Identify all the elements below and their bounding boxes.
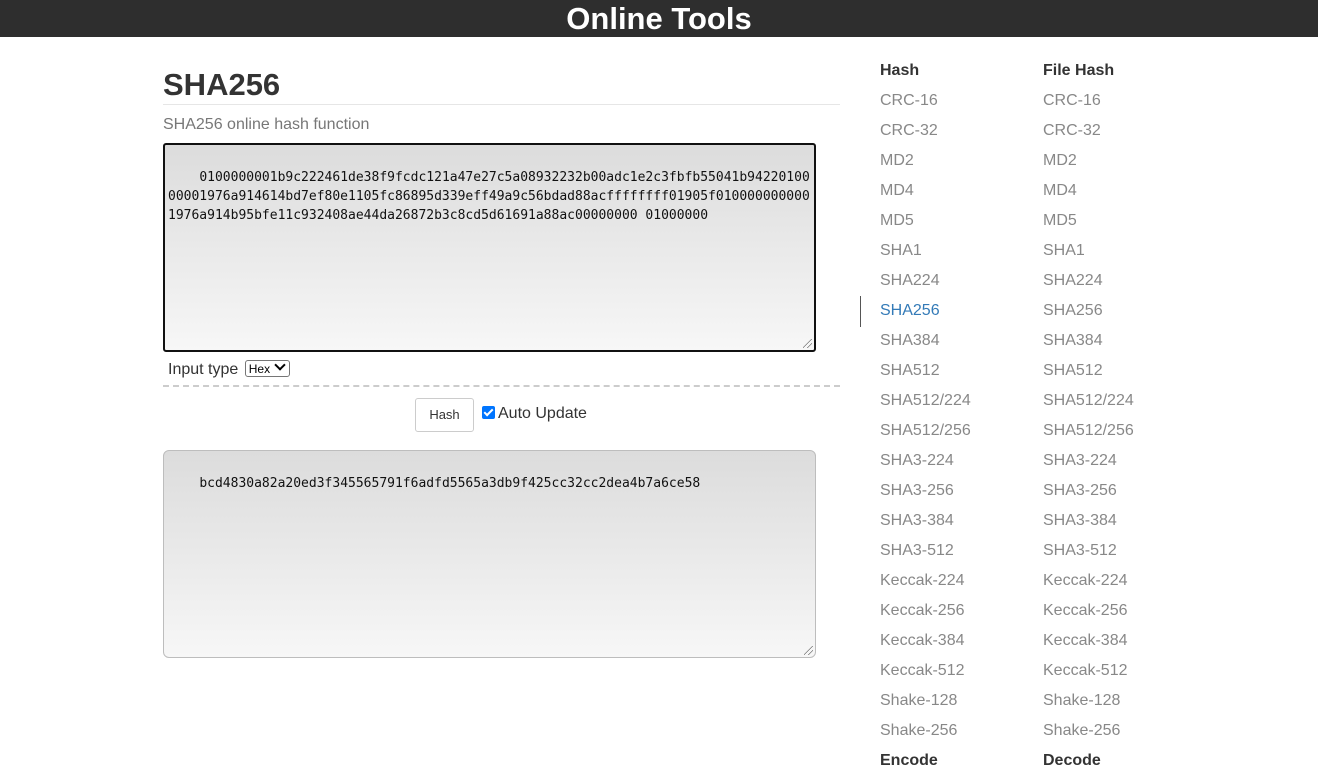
sidebar-item-md2[interactable]: MD2 xyxy=(880,146,971,176)
sidebar-item-sha224[interactable]: SHA224 xyxy=(880,266,971,296)
file-hash-column: File Hash CRC-16 CRC-32 MD2 MD4 MD5 SHA1 SHA22… xyxy=(1043,56,1134,776)
decode-heading: Decode xyxy=(1043,752,1101,769)
sidebar-file-item-crc-32[interactable]: CRC-32 xyxy=(1043,116,1134,146)
sidebar-file-item-sha256[interactable]: SHA256 xyxy=(1043,296,1134,326)
sidebar-item-sha512-256[interactable]: SHA512/256 xyxy=(880,416,971,446)
encode-heading: Encode xyxy=(880,752,938,769)
sidebar-file-item-sha3-224[interactable]: SHA3-224 xyxy=(1043,446,1134,476)
input-type-label: Input type xyxy=(168,361,239,378)
sidebar-file-item-sha512[interactable]: SHA512 xyxy=(1043,356,1134,386)
hash-list: CRC-16 CRC-32 MD2 MD4 MD5 SHA1 SHA224 SHA256 SHA… xyxy=(880,86,971,746)
sidebar-file-item-shake-256[interactable]: Shake-256 xyxy=(1043,716,1134,746)
sidebar-item-sha384[interactable]: SHA384 xyxy=(880,326,971,356)
sidebar-file-item-sha3-256[interactable]: SHA3-256 xyxy=(1043,476,1134,506)
sidebar-item-keccak-512[interactable]: Keccak-512 xyxy=(880,656,971,686)
main-content: SHA256 SHA256 online hash function 01000… xyxy=(163,37,840,658)
sidebar-file-item-md5[interactable]: MD5 xyxy=(1043,206,1134,236)
sidebar-item-crc-16[interactable]: CRC-16 xyxy=(880,86,971,116)
sidebar-item-crc-32[interactable]: CRC-32 xyxy=(880,116,971,146)
sidebar-file-item-sha384[interactable]: SHA384 xyxy=(1043,326,1134,356)
sidebar-file-item-sha512-256[interactable]: SHA512/256 xyxy=(1043,416,1134,446)
hash-heading: Hash xyxy=(880,62,920,79)
resize-grip-icon[interactable] xyxy=(803,339,812,348)
hash-button[interactable]: Hash xyxy=(415,398,474,432)
output-textarea[interactable]: bcd4830a82a20ed3f345565791f6adfd5565a3db… xyxy=(163,450,816,658)
sidebar-item-keccak-224[interactable]: Keccak-224 xyxy=(880,566,971,596)
sidebar-file-item-sha3-512[interactable]: SHA3-512 xyxy=(1043,536,1134,566)
sidebar-file-item-keccak-384[interactable]: Keccak-384 xyxy=(1043,626,1134,656)
input-type-selected: Hex xyxy=(248,362,271,376)
sidebar-item-sha512[interactable]: SHA512 xyxy=(880,356,971,386)
sidebar-file-item-md4[interactable]: MD4 xyxy=(1043,176,1134,206)
page-subtitle: SHA256 online hash function xyxy=(163,116,370,133)
sidebar-item-sha3-512[interactable]: SHA3-512 xyxy=(880,536,971,566)
input-type-row: Input type Hex xyxy=(168,359,291,380)
sidebar-item-sha512-224[interactable]: SHA512/224 xyxy=(880,386,971,416)
resize-grip-icon[interactable] xyxy=(804,646,813,655)
output-text: bcd4830a82a20ed3f345565791f6adfd5565a3db… xyxy=(199,476,701,491)
file-hash-heading: File Hash xyxy=(1043,62,1115,79)
sidebar-item-sha3-224[interactable]: SHA3-224 xyxy=(880,446,971,476)
file-hash-list: CRC-16 CRC-32 MD2 MD4 MD5 SHA1 SHA224 SHA256 SHA… xyxy=(1043,86,1134,746)
auto-update-checkbox[interactable] xyxy=(482,406,495,419)
auto-update-option[interactable]: Auto Update xyxy=(482,404,587,424)
sidebar-item-md4[interactable]: MD4 xyxy=(880,176,971,206)
sidebar-file-item-sha512-224[interactable]: SHA512/224 xyxy=(1043,386,1134,416)
sidebar-file-item-sha1[interactable]: SHA1 xyxy=(1043,236,1134,266)
page-title: SHA256 xyxy=(163,67,840,105)
sidebar-item-keccak-384[interactable]: Keccak-384 xyxy=(880,626,971,656)
sidebar-file-item-sha224[interactable]: SHA224 xyxy=(1043,266,1134,296)
auto-update-label: Auto Update xyxy=(498,405,587,422)
sidebar-item-sha256[interactable]: SHA256 xyxy=(880,296,971,326)
site-header: Online Tools xyxy=(0,0,1318,37)
sidebar-file-item-keccak-256[interactable]: Keccak-256 xyxy=(1043,596,1134,626)
input-text: 0100000001b9c222461de38f9fcdc121a47e27c5… xyxy=(168,170,810,223)
sidebar-file-item-crc-16[interactable]: CRC-16 xyxy=(1043,86,1134,116)
sidebar-file-item-sha3-384[interactable]: SHA3-384 xyxy=(1043,506,1134,536)
sidebar-item-shake-128[interactable]: Shake-128 xyxy=(880,686,971,716)
input-type-select[interactable]: Hex xyxy=(244,359,291,377)
sidebar-file-item-keccak-224[interactable]: Keccak-224 xyxy=(1043,566,1134,596)
sidebar-file-item-shake-128[interactable]: Shake-128 xyxy=(1043,686,1134,716)
sidebar-file-item-md2[interactable]: MD2 xyxy=(1043,146,1134,176)
chevron-down-icon xyxy=(274,359,286,371)
hash-column: Hash CRC-16 CRC-32 MD2 MD4 MD5 SHA1 SHA224 SHA2… xyxy=(880,56,971,776)
sidebar-item-keccak-256[interactable]: Keccak-256 xyxy=(880,596,971,626)
sidebar-item-shake-256[interactable]: Shake-256 xyxy=(880,716,971,746)
sidebar-item-sha3-384[interactable]: SHA3-384 xyxy=(880,506,971,536)
sidebar-item-sha1[interactable]: SHA1 xyxy=(880,236,971,266)
dashed-divider xyxy=(163,385,840,387)
active-item-marker xyxy=(860,296,861,327)
sidebar-item-md5[interactable]: MD5 xyxy=(880,206,971,236)
site-title-link[interactable]: Online Tools xyxy=(566,0,751,37)
sidebar-item-sha3-256[interactable]: SHA3-256 xyxy=(880,476,971,506)
sidebar-file-item-keccak-512[interactable]: Keccak-512 xyxy=(1043,656,1134,686)
input-textarea[interactable]: 0100000001b9c222461de38f9fcdc121a47e27c5… xyxy=(163,143,816,352)
